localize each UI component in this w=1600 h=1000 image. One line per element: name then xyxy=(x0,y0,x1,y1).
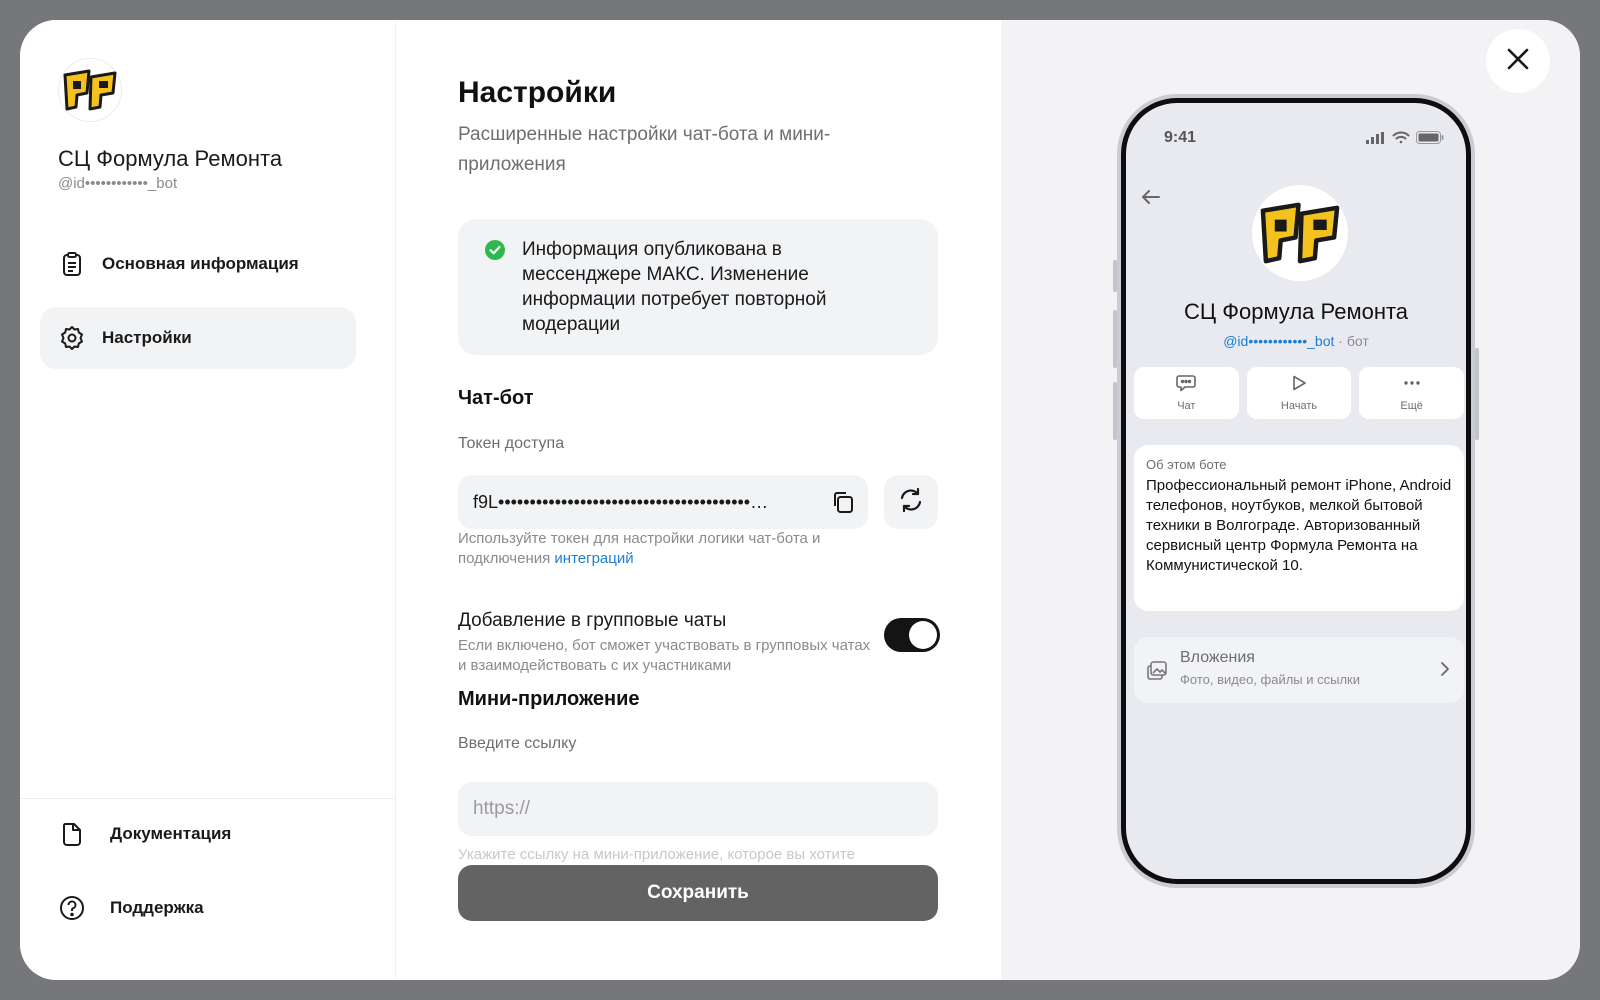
formula-logo-icon xyxy=(1260,202,1340,264)
phone-preview-panel: 9:41 СЦ Формула Ремонта @id••••••••••••_… xyxy=(1001,20,1580,980)
regenerate-token-button[interactable] xyxy=(884,475,938,529)
about-text: Профессиональный ремонт iPhone, Android … xyxy=(1146,477,1452,574)
play-icon xyxy=(1290,374,1308,397)
preview-handle-text: @id••••••••••••_bot xyxy=(1223,333,1335,349)
section-heading-chatbot: Чат-бот xyxy=(458,387,534,409)
preview-actions: Чат Начать Ещё xyxy=(1134,367,1465,419)
preview-attachments[interactable]: Вложения Фото, видео, файлы и ссылки xyxy=(1134,637,1464,703)
bot-logo xyxy=(58,58,122,122)
sidebar-item-label: Поддержка xyxy=(110,898,204,917)
preview-action-start[interactable]: Начать xyxy=(1246,367,1352,419)
divider xyxy=(20,798,396,799)
page-title: Настройки xyxy=(458,76,617,109)
phone-side-button xyxy=(1113,310,1117,368)
attachments-title: Вложения xyxy=(1180,649,1255,666)
refresh-icon xyxy=(897,486,925,519)
save-button[interactable]: Сохранить xyxy=(458,865,938,921)
formula-logo-icon xyxy=(63,69,117,111)
about-heading: Об этом боте xyxy=(1146,457,1227,472)
clipboard-icon xyxy=(58,250,86,278)
preview-action-more[interactable]: Ещё xyxy=(1359,367,1465,419)
sidebar-item-label: Настройки xyxy=(102,328,192,347)
toggle-knob xyxy=(909,621,937,649)
preview-handle-suffix: · бот xyxy=(1334,333,1369,349)
token-field[interactable]: f9L•••••••••••••••••••••••••••••••••••••… xyxy=(458,475,868,529)
close-button[interactable] xyxy=(1486,29,1550,93)
phone-bezel: 9:41 СЦ Формула Ремонта @id••••••••••••_… xyxy=(1121,98,1471,884)
sidebar: СЦ Формула Ремонта @id••••••••••••_bot О… xyxy=(20,20,396,980)
bot-name: СЦ Формула Ремонта xyxy=(58,146,283,171)
sidebar-item-support[interactable]: Поддержка xyxy=(58,894,204,922)
close-icon xyxy=(1505,46,1531,77)
help-circle-icon xyxy=(58,894,86,922)
chevron-right-icon xyxy=(1440,661,1450,682)
preview-about-card: Об этом боте Профессиональный ремонт iPh… xyxy=(1134,445,1464,611)
token-label: Токен доступа xyxy=(458,435,565,452)
integrations-link[interactable]: интеграций xyxy=(554,550,633,567)
preview-action-label: Ещё xyxy=(1400,400,1423,412)
preview-action-label: Начать xyxy=(1280,400,1318,412)
phone-side-button xyxy=(1113,382,1117,440)
gallery-icon xyxy=(1146,659,1168,686)
sidebar-item-documentation[interactable]: Документация xyxy=(58,820,231,848)
notice-text: Информация опубликована в мессенджере МА… xyxy=(522,239,827,335)
wifi-icon xyxy=(1392,131,1410,144)
status-time: 9:41 xyxy=(1164,129,1197,146)
phone-side-button xyxy=(1113,260,1117,292)
bot-handle: @id••••••••••••_bot xyxy=(58,175,178,192)
attachments-subtitle: Фото, видео, файлы и ссылки xyxy=(1180,672,1361,687)
sidebar-item-label: Основная информация xyxy=(102,254,299,273)
group-chats-title: Добавление в групповые чаты xyxy=(458,610,727,631)
sidebar-item-label: Документация xyxy=(110,824,232,843)
page-subtitle: Расширенные настройки чат-бота и мини-пр… xyxy=(458,124,831,175)
copy-icon[interactable] xyxy=(828,487,858,517)
phone-side-button xyxy=(1475,348,1479,440)
token-hint: Используйте токен для настройки логики ч… xyxy=(458,529,878,569)
status-icons xyxy=(1366,131,1444,144)
preview-bot-handle: @id••••••••••••_bot · бот xyxy=(1126,333,1466,349)
chat-icon xyxy=(1176,374,1197,397)
gear-icon xyxy=(58,324,86,352)
phone-mockup: 9:41 СЦ Формула Ремонта @id••••••••••••_… xyxy=(1113,94,1479,888)
token-value: f9L•••••••••••••••••••••••••••••••••••••… xyxy=(473,491,769,512)
preview-bot-name: СЦ Формула Ремонта xyxy=(1183,299,1409,324)
battery-icon xyxy=(1416,131,1444,144)
settings-modal: СЦ Формула Ремонта @id••••••••••••_bot О… xyxy=(20,20,1580,980)
group-chats-hint: Если включено, бот сможет участвовать в … xyxy=(458,637,871,674)
preview-action-label: Чат xyxy=(1177,400,1196,412)
settings-panel: Настройки Расширенные настройки чат-бота… xyxy=(396,20,1001,980)
phone-screen: 9:41 СЦ Формула Ремонта @id••••••••••••_… xyxy=(1126,103,1466,879)
check-circle-icon xyxy=(484,239,506,266)
sidebar-item-main-info[interactable]: Основная информация xyxy=(40,233,356,295)
preview-avatar xyxy=(1252,185,1348,281)
published-notice: Информация опубликована в мессенджере МА… xyxy=(458,219,938,355)
document-icon xyxy=(58,820,86,848)
group-chats-toggle[interactable] xyxy=(884,618,940,652)
link-label: Введите ссылку xyxy=(458,735,577,752)
token-hint-text: Используйте токен для настройки логики ч… xyxy=(458,530,821,567)
signal-icon xyxy=(1366,131,1384,144)
preview-action-chat[interactable]: Чат xyxy=(1134,367,1239,419)
section-heading-miniapp: Мини-приложение xyxy=(458,688,640,710)
back-arrow-icon[interactable] xyxy=(1140,187,1162,212)
miniapp-link-input[interactable] xyxy=(458,782,938,836)
link-hint: Укажите ссылку на мини-приложение, котор… xyxy=(458,846,855,862)
sidebar-item-settings[interactable]: Настройки xyxy=(40,307,356,369)
more-icon xyxy=(1402,374,1422,397)
